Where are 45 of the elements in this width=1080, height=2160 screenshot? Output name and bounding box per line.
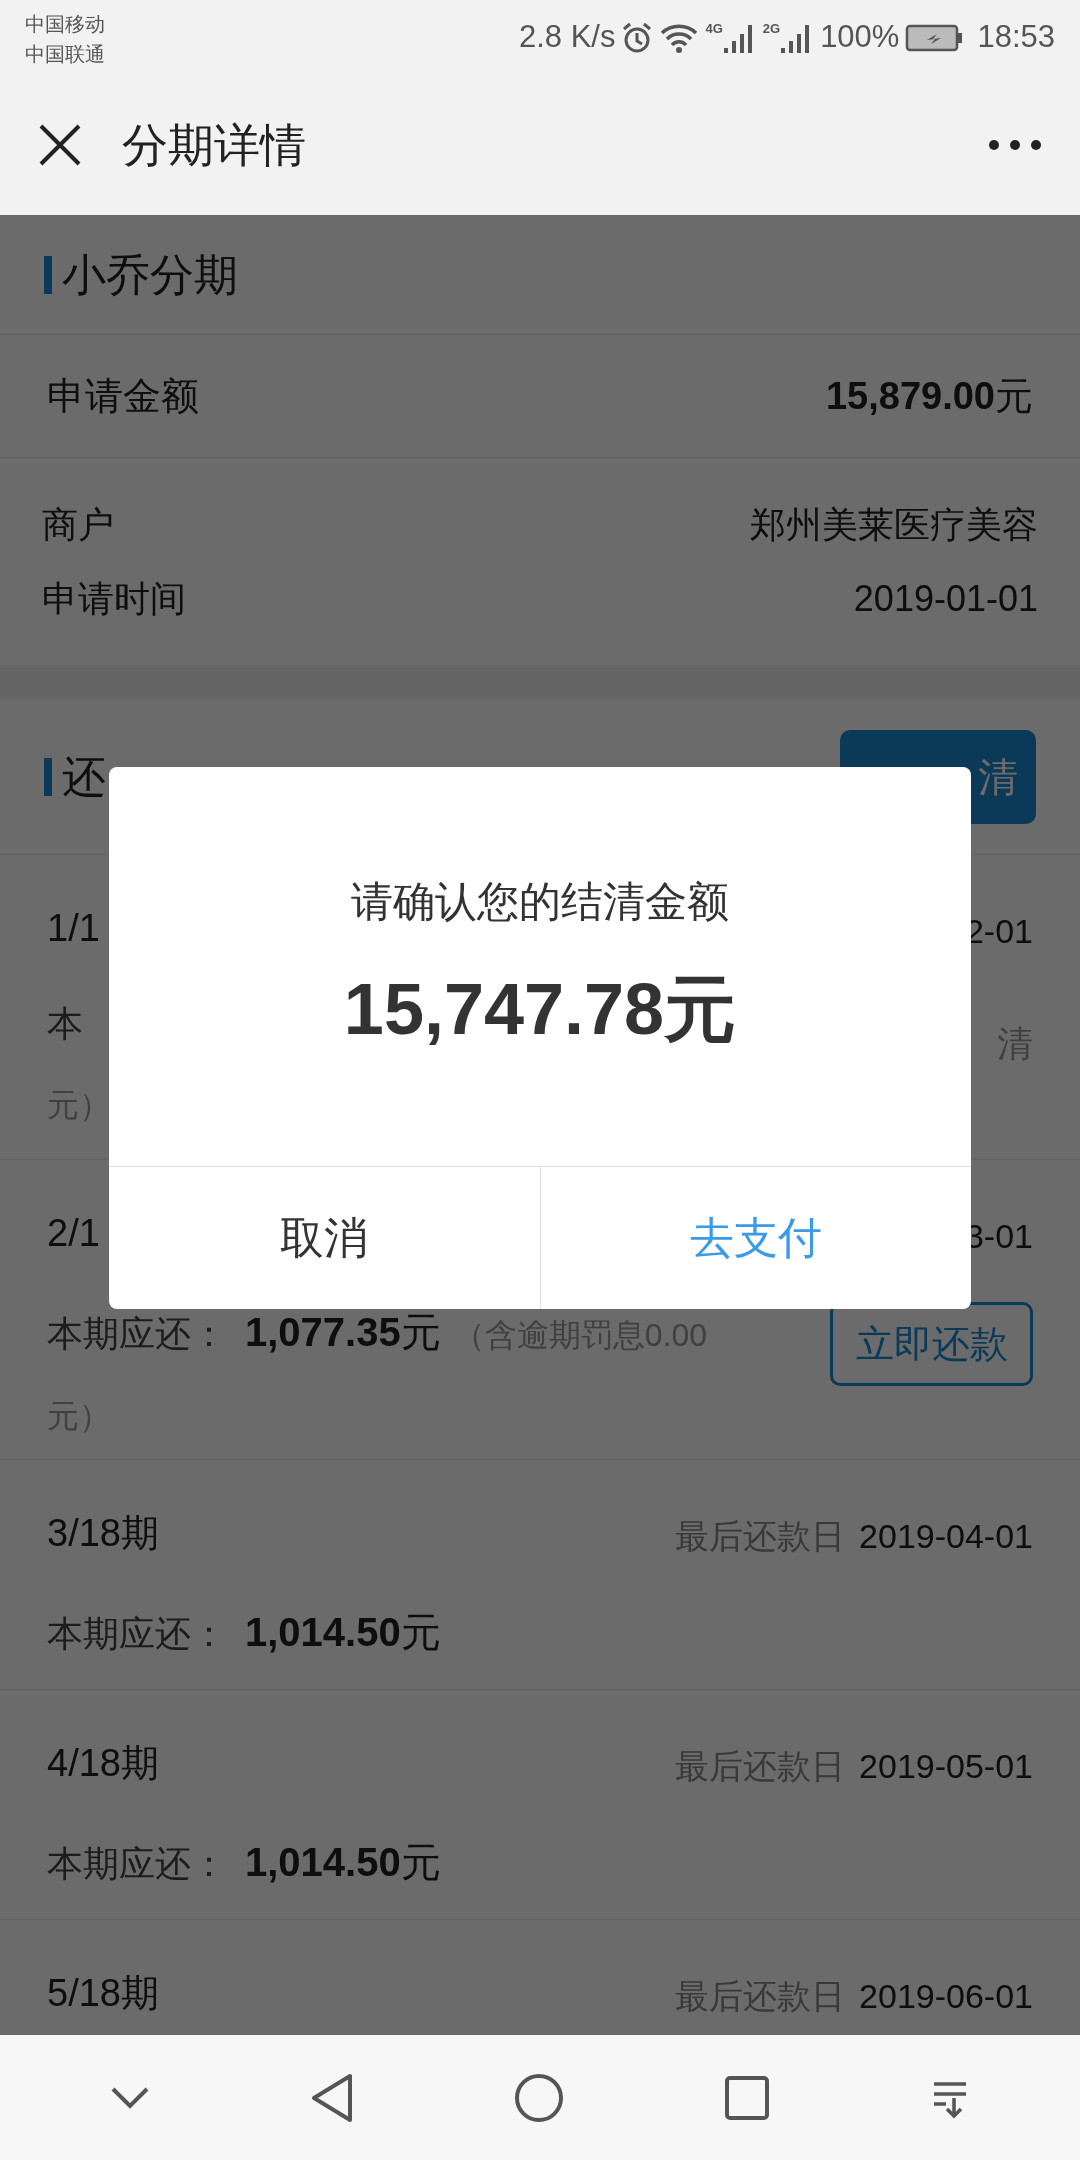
field-value: 2019-01-01 <box>853 576 1038 621</box>
battery-icon <box>905 23 964 52</box>
due-date: 2019-04-01 <box>859 1516 1033 1557</box>
period-label: 2/1 <box>47 1211 100 1256</box>
battery-percent: 100% <box>820 18 900 57</box>
section-title: 小乔分期 <box>62 248 238 301</box>
dialog-message: 请确认您的结清金额 <box>351 877 729 927</box>
due-date: 2019-06-01 <box>859 1976 1033 2017</box>
page-title: 分期详情 <box>122 117 306 173</box>
period-label: 5/18期 <box>47 1971 159 2016</box>
alarm-icon <box>621 21 654 54</box>
payoff-amount: 15,747.78元 <box>343 968 737 1051</box>
field-label: 商户 <box>42 502 114 547</box>
carrier-name: 中国联通 <box>25 41 105 67</box>
amount-label: 本期应还： <box>47 1612 227 1656</box>
recents-icon[interactable] <box>724 2074 770 2121</box>
period-label: 4/18期 <box>47 1741 159 1786</box>
section-title: 还 <box>62 751 106 803</box>
network-speed: 2.8 K/s <box>518 18 616 57</box>
pay-button[interactable]: 去支付 <box>539 1167 971 1309</box>
amount-label: 本期应还： <box>47 1312 227 1356</box>
more-icon[interactable] <box>988 139 1042 151</box>
amount-label: 本期应还： <box>47 1842 227 1886</box>
title-marker <box>44 255 52 294</box>
field-label: 申请时间 <box>42 576 186 621</box>
amount-value: 15,879.00元 <box>825 373 1033 419</box>
clock-time: 18:53 <box>977 18 1055 57</box>
period-amount: 1,014.50元 <box>245 1839 441 1886</box>
cancel-button[interactable]: 取消 <box>109 1167 540 1309</box>
amount-label: 本 <box>47 1002 83 1046</box>
home-icon[interactable] <box>514 2072 564 2123</box>
title-marker <box>44 758 52 796</box>
carrier-name: 中国移动 <box>25 11 105 37</box>
due-date: 2019-05-01 <box>859 1746 1033 1787</box>
close-icon[interactable] <box>38 123 82 167</box>
chevron-down-icon[interactable] <box>110 2085 150 2110</box>
field-label: 申请金额 <box>47 373 199 419</box>
network-type: 2G <box>762 21 781 35</box>
field-value: 郑州美莱医疗美容 <box>750 502 1038 547</box>
network-type: 4G <box>705 21 723 35</box>
period-amount: 1,077.35元 <box>245 1309 441 1356</box>
period-label: 3/18期 <box>47 1511 159 1556</box>
back-icon[interactable] <box>310 2072 354 2123</box>
period-amount: 1,014.50元 <box>245 1609 441 1656</box>
period-label: 1/1 <box>47 906 100 951</box>
